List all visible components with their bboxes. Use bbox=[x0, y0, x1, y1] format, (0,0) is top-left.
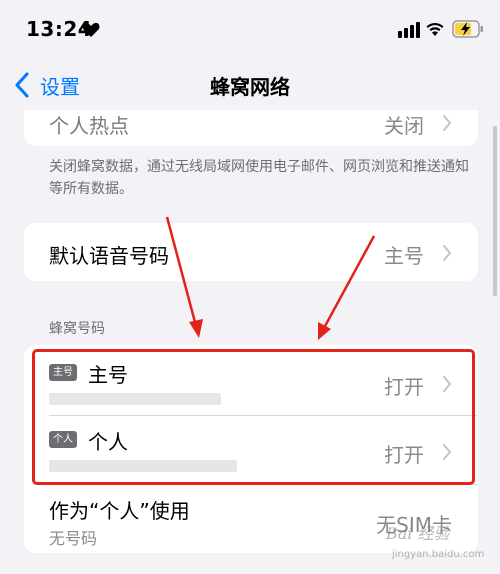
section-header-cellular-numbers: 蜂窝号码 bbox=[49, 321, 105, 337]
hotspot-row[interactable]: 个人热点 关闭 bbox=[24, 110, 478, 146]
hotspot-value: 关闭 bbox=[384, 114, 424, 138]
default-voice-row[interactable]: 默认语音号码 主号 bbox=[24, 223, 478, 281]
watermark-logo: Bai 经验 bbox=[386, 524, 450, 543]
cellular-signal-icon bbox=[398, 22, 420, 38]
wifi-icon bbox=[426, 22, 444, 36]
default-voice-card: 默认语音号码 主号 bbox=[24, 223, 478, 281]
scrollbar[interactable] bbox=[493, 126, 497, 296]
chevron-right-icon bbox=[443, 245, 451, 261]
annotation-highlight-box bbox=[32, 349, 475, 485]
chevron-right-icon bbox=[443, 115, 451, 131]
use-as-title: 作为“个人”使用 bbox=[49, 499, 190, 523]
cellular-data-footnote: 关闭蜂窝数据，通过无线局域网使用电子邮件、网页浏览和推送通知等所有数据。 bbox=[49, 159, 469, 197]
heart-icon bbox=[82, 22, 100, 37]
battery-charging-icon bbox=[452, 20, 483, 38]
default-voice-value: 主号 bbox=[384, 244, 424, 268]
hotspot-title: 个人热点 bbox=[49, 114, 129, 138]
page-title: 蜂窝网络 bbox=[210, 75, 290, 99]
hotspot-card: 个人热点 关闭 bbox=[24, 110, 478, 146]
watermark-url: jingyan.baidu.com bbox=[392, 549, 485, 560]
status-bar: 13:24 bbox=[0, 0, 500, 58]
navigation-bar: 设置 蜂窝网络 bbox=[0, 58, 500, 114]
use-as-subtitle: 无号码 bbox=[49, 529, 98, 548]
default-voice-title: 默认语音号码 bbox=[49, 244, 169, 268]
